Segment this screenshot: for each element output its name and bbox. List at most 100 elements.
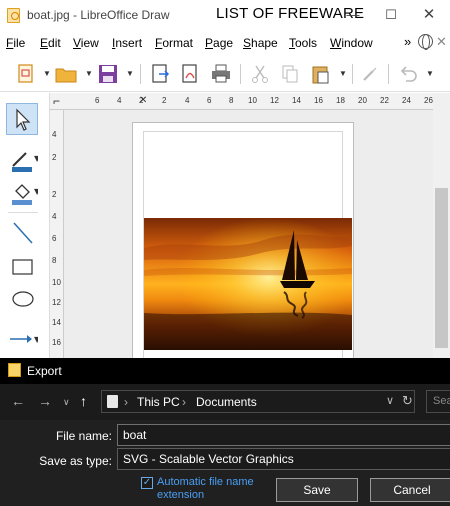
ruler-tick: 14 <box>292 96 301 105</box>
ruler-tick: 2 <box>52 190 57 199</box>
ruler-tick: 6 <box>95 96 100 105</box>
chevron-down-icon[interactable]: ▼ <box>126 69 134 78</box>
rectangle-tool-icon[interactable] <box>8 253 38 281</box>
ruler-tick: 16 <box>52 338 61 347</box>
address-bar[interactable]: › This PC › Documents ∨ ↻ <box>101 390 415 413</box>
chevron-right-icon[interactable]: › <box>124 395 128 409</box>
ruler-tick: 4 <box>52 130 57 139</box>
breadcrumb-this-pc[interactable]: This PC <box>137 395 180 409</box>
file-name-field[interactable]: boat <box>117 424 450 446</box>
ruler-tick: 6 <box>52 234 57 243</box>
vertical-ruler[interactable]: 4 2 2 4 6 8 10 12 14 16 <box>50 110 64 358</box>
toolbar-separator <box>140 64 141 84</box>
window-title: boat.jpg - LibreOffice Draw <box>27 8 170 22</box>
menu-bar: File Edit View Insert Format Page Shape … <box>0 30 450 54</box>
ruler-tick: 10 <box>248 96 257 105</box>
pointer-icon <box>16 108 31 131</box>
ruler-tick: 20 <box>358 96 367 105</box>
export-pdf-icon[interactable] <box>178 62 202 86</box>
up-arrow-icon[interactable]: ↑ <box>80 393 87 409</box>
maximize-button[interactable]: ☐ <box>376 4 406 26</box>
breadcrumb-documents[interactable]: Documents <box>196 395 257 409</box>
copy-icon[interactable] <box>278 62 302 86</box>
vertical-scrollbar[interactable] <box>433 93 450 358</box>
ruler-tick: 6 <box>207 96 212 105</box>
ruler-tick: 2 <box>162 96 167 105</box>
print-icon[interactable] <box>209 62 233 86</box>
new-document-icon[interactable] <box>14 62 38 86</box>
menu-window[interactable]: Window <box>330 36 373 50</box>
toolbar-separator <box>388 64 389 84</box>
ruler-tick: 4 <box>185 96 190 105</box>
recent-locations-chevron-icon[interactable]: ∨ <box>63 397 70 408</box>
select-tool-button[interactable] <box>6 103 38 135</box>
close-button[interactable]: ✕ <box>414 4 444 26</box>
menu-file[interactable]: File <box>6 36 25 50</box>
cut-icon[interactable] <box>248 62 272 86</box>
chevron-down-icon[interactable]: ▼ <box>43 69 51 78</box>
tab-stop-icon[interactable]: ⌐ <box>53 94 60 108</box>
back-arrow-icon[interactable]: ← <box>11 393 25 409</box>
search-input[interactable]: Sea <box>426 390 450 413</box>
clone-formatting-icon[interactable] <box>358 62 382 86</box>
menu-view[interactable]: View <box>73 36 99 50</box>
menu-overflow-button[interactable]: » <box>404 34 411 49</box>
ruler-tick: 14 <box>52 318 61 327</box>
sidebar-separator <box>8 212 38 213</box>
address-dropdown-icon[interactable]: ∨ <box>386 394 394 407</box>
undo-icon[interactable] <box>396 62 420 86</box>
minimize-button[interactable]: — <box>338 4 368 26</box>
chevron-right-icon[interactable]: › <box>182 395 186 409</box>
dialog-title: Export <box>27 364 62 378</box>
line-tool-icon[interactable] <box>8 219 38 247</box>
export-icon[interactable] <box>148 62 172 86</box>
title-bar: boat.jpg - LibreOffice Draw LIST OF FREE… <box>0 0 450 30</box>
menu-insert[interactable]: Insert <box>112 36 142 50</box>
save-icon[interactable] <box>96 62 120 86</box>
ruler-tick: 8 <box>52 256 57 265</box>
save-as-type-select[interactable]: SVG - Scalable Vector Graphics <box>117 448 450 470</box>
menu-tools[interactable]: Tools <box>289 36 317 50</box>
refresh-icon[interactable]: ↻ <box>402 393 413 409</box>
chevron-down-icon[interactable]: ▼ <box>426 69 434 78</box>
drawing-canvas[interactable] <box>64 110 433 358</box>
boat-sunset-image[interactable] <box>144 218 352 350</box>
ruler-tick: 24 <box>402 96 411 105</box>
arrow-line-tool-icon[interactable]: ▼ <box>8 325 38 353</box>
svg-text:▼: ▼ <box>34 335 38 344</box>
ellipse-tool-icon[interactable] <box>8 285 38 313</box>
open-folder-icon[interactable] <box>54 62 78 86</box>
pc-icon <box>107 395 118 408</box>
chevron-down-icon[interactable]: ▼ <box>85 69 93 78</box>
horizontal-ruler[interactable]: ⌐ 6 4 2 ✕ 2 4 6 8 10 12 14 16 18 20 22 2… <box>50 93 433 110</box>
ruler-tick: 12 <box>270 96 279 105</box>
margin-marker-icon[interactable]: ✕ <box>139 95 147 106</box>
forward-arrow-icon[interactable]: → <box>38 393 52 409</box>
menu-edit[interactable]: Edit <box>40 36 61 50</box>
save-button[interactable]: Save <box>276 478 358 502</box>
chevron-down-icon[interactable]: ▼ <box>339 69 347 78</box>
auto-extension-checkbox[interactable]: ✓ <box>141 477 153 489</box>
line-color-icon[interactable]: ▼ <box>8 146 38 174</box>
menu-shape[interactable]: Shape <box>243 36 278 50</box>
menu-format[interactable]: Format <box>155 36 193 50</box>
fill-color-icon[interactable]: ▼ <box>8 179 38 207</box>
menu-page[interactable]: Page <box>205 36 233 50</box>
folder-icon <box>8 363 21 377</box>
file-name-label: File name: <box>55 429 112 443</box>
globe-icon[interactable] <box>418 34 433 50</box>
close-document-icon[interactable]: ✕ <box>436 34 447 50</box>
scrollbar-thumb[interactable] <box>435 188 448 348</box>
ruler-tick: 16 <box>314 96 323 105</box>
standard-toolbar: ▼ ▼ ▼ ▼ ▼ <box>0 56 450 92</box>
auto-extension-label[interactable]: Automatic file name extension <box>157 476 267 502</box>
drawing-toolbar: ▼ ▼ ▼ <box>0 93 50 358</box>
svg-text:▼: ▼ <box>34 187 38 196</box>
toolbar-separator <box>352 64 353 84</box>
paste-icon[interactable] <box>309 62 333 86</box>
ruler-tick: 8 <box>229 96 234 105</box>
toolbar-separator <box>240 64 241 84</box>
libreoffice-draw-icon <box>7 8 20 23</box>
cancel-button[interactable]: Cancel <box>370 478 450 502</box>
ruler-tick: 4 <box>117 96 122 105</box>
